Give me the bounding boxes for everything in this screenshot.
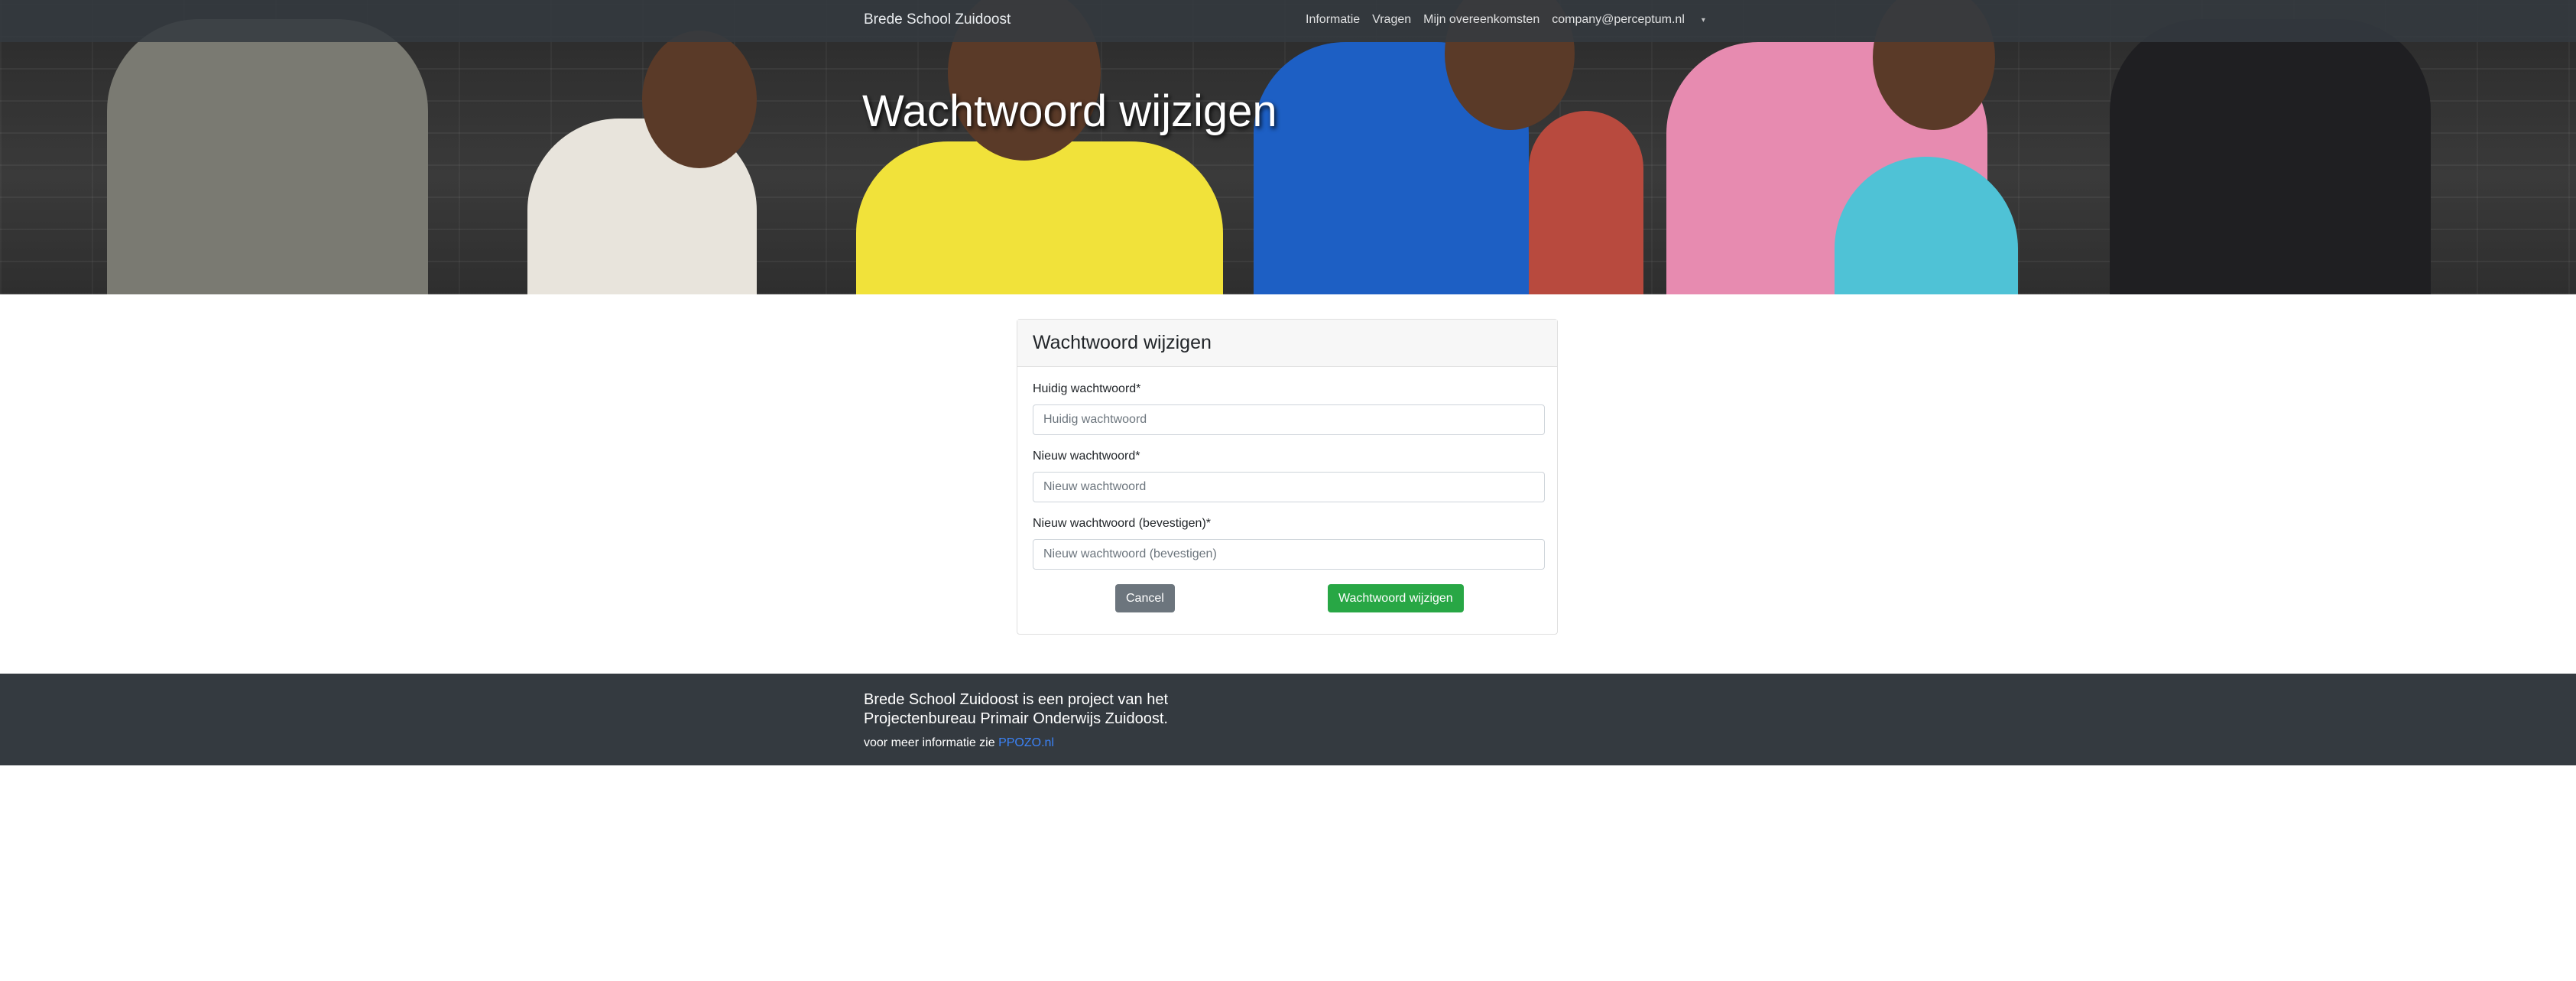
footer-ppozo-link[interactable]: PPOZO.nl [998,736,1054,749]
hero-photo-head [642,31,757,168]
form-group-current-password: Huidig wachtwoord* [1033,382,1545,435]
card-header: Wachtwoord wijzigen [1017,320,1557,367]
hero-photo-person [107,19,428,294]
nav-link-vragen[interactable]: Vragen [1372,13,1411,27]
form-group-new-password: Nieuw wachtwoord* [1033,450,1545,502]
hero-banner: Wachtwoord wijzigen [0,0,2576,294]
confirm-password-input[interactable] [1033,539,1545,570]
nav-link-account[interactable]: company@perceptum.nl [1552,13,1685,27]
confirm-password-label: Nieuw wachtwoord (bevestigen)* [1033,517,1211,530]
change-password-card: Wachtwoord wijzigen Huidig wachtwoord* N… [1017,319,1558,635]
dropdown-caret-icon[interactable]: ▾ [1702,16,1705,24]
footer-more-info: voor meer informatie zie PPOZO.nl [864,736,1054,750]
hero-photo-person [1529,111,1643,294]
cancel-button[interactable]: Cancel [1115,584,1175,612]
brand-link[interactable]: Brede School Zuidoost [864,11,1011,28]
top-navbar: Brede School Zuidoost Informatie Vragen … [0,0,2576,42]
hero-photo-person [856,141,1223,294]
new-password-input[interactable] [1033,472,1545,502]
change-password-button[interactable]: Wachtwoord wijzigen [1328,584,1464,612]
page-footer: Brede School Zuidoost is een project van… [0,674,2576,765]
footer-description: Brede School Zuidoost is een project van… [864,691,1169,727]
hero-photo-person [2110,19,2431,294]
current-password-input[interactable] [1033,404,1545,435]
hero-title: Wachtwoord wijzigen [862,86,1277,136]
new-password-label: Nieuw wachtwoord* [1033,450,1140,463]
current-password-label: Huidig wachtwoord* [1033,382,1141,395]
nav-link-informatie[interactable]: Informatie [1306,13,1360,27]
button-row: Cancel Wachtwoord wijzigen [1033,584,1542,615]
footer-more-prefix: voor meer informatie zie [864,736,995,749]
card-title: Wachtwoord wijzigen [1033,332,1212,353]
nav-links: Informatie Vragen Mijn overeenkomsten co… [1306,13,1705,27]
nav-link-mijn-overeenkomsten[interactable]: Mijn overeenkomsten [1423,13,1539,27]
form-group-confirm-password: Nieuw wachtwoord (bevestigen)* [1033,517,1545,570]
card-body: Huidig wachtwoord* Nieuw wachtwoord* Nie… [1017,367,1557,615]
